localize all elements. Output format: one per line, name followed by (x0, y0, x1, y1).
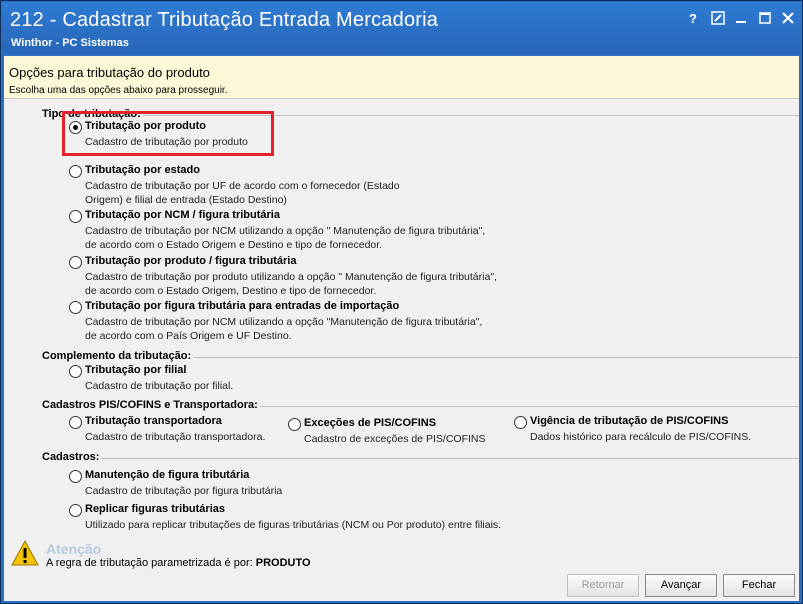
warning-text: A regra de tributação parametrizada é po… (46, 557, 311, 569)
option-estado-desc-line1: Cadastro de tributação por UF de acordo … (85, 180, 400, 192)
option-importacao-desc: Cadastro de tributação por NCM utilizand… (85, 315, 482, 343)
option-importacao-desc-line2: de acordo com o País Origem e UF Destino… (85, 330, 292, 342)
radio-filial[interactable] (69, 365, 82, 378)
title-bar[interactable]: 212 - Cadastrar Tributação Entrada Merca… (2, 2, 801, 54)
option-produto-figura-desc: Cadastro de tributação por produto utili… (85, 270, 497, 298)
highlight-box (62, 111, 274, 156)
warning-icon (10, 539, 40, 570)
warning-title: Atenção (46, 541, 102, 557)
option-vigencia-desc: Dados histórico para recálculo de PIS/CO… (530, 431, 752, 443)
group-label-complemento: Complemento da tributação: (42, 350, 194, 362)
info-header: Opções para tributação do produto Escolh… (4, 56, 799, 99)
option-estado-desc-line2: Origem) e filial de entrada (Estado Dest… (85, 194, 287, 206)
option-manutencao-desc: Cadastro de tributação por figura tribut… (85, 485, 283, 497)
option-transportadora-desc: Cadastro de tributação transportadora. (85, 431, 266, 443)
radio-manutencao[interactable] (69, 470, 82, 483)
fechar-button[interactable]: Fechar (723, 574, 795, 597)
warning-message: A regra de tributação parametrizada é po… (46, 557, 253, 569)
option-ncm-desc-line1: Cadastro de tributação por NCM utilizand… (85, 225, 486, 237)
window-subtitle: Winthor - PC Sistemas (11, 37, 129, 49)
radio-transportadora[interactable] (69, 416, 82, 429)
option-vigencia-label: Vigência de tributação de PIS/COFINS (530, 415, 729, 427)
radio-estado[interactable] (69, 165, 82, 178)
option-estado-label: Tributação por estado (85, 164, 200, 176)
option-ncm-desc: Cadastro de tributação por NCM utilizand… (85, 224, 485, 252)
group-label-pis: Cadastros PIS/COFINS e Transportadora: (42, 399, 260, 411)
option-importacao-desc-line1: Cadastro de tributação por NCM utilizand… (85, 316, 483, 328)
radio-vigencia[interactable] (514, 416, 527, 429)
option-filial-label: Tributação por filial (85, 364, 187, 376)
help-icon[interactable]: ? (685, 11, 701, 27)
option-manutencao-label: Manutenção de figura tributária (85, 469, 250, 481)
radio-importacao[interactable] (69, 301, 82, 314)
option-transportadora-label: Tributação transportadora (85, 415, 222, 427)
option-replicar-desc: Utilizado para replicar tributações de f… (85, 519, 502, 531)
header-title: Opções para tributação do produto (9, 65, 210, 80)
header-subtitle: Escolha uma das opções abaixo para pross… (9, 85, 228, 96)
option-excecoes-label: Exceções de PIS/COFINS (304, 417, 437, 429)
group-label-cadastros: Cadastros: (42, 451, 102, 463)
option-filial-desc: Cadastro de tributação por filial. (85, 380, 234, 392)
option-produto-figura-desc-line2: de acordo com o Estado Origem, Destino e… (85, 285, 377, 297)
warning-value: PRODUTO (255, 557, 311, 569)
radio-ncm[interactable] (69, 210, 82, 223)
option-estado-desc: Cadastro de tributação por UF de acordo … (85, 179, 400, 207)
minimize-icon[interactable] (733, 11, 749, 27)
option-ncm-desc-line2: de acordo com o Estado Origem e Destino … (85, 239, 383, 251)
radio-produto-figura[interactable] (69, 256, 82, 269)
edit-icon[interactable] (710, 11, 726, 27)
maximize-icon[interactable] (757, 11, 773, 27)
radio-excecoes[interactable] (288, 418, 301, 431)
option-excecoes-desc: Cadastro de exceções de PIS/COFINS (304, 433, 486, 445)
retornar-button[interactable]: Retornar (567, 574, 639, 597)
group-divider (42, 458, 799, 459)
app-window: 212 - Cadastrar Tributação Entrada Merca… (0, 0, 803, 604)
dialog-body: Opções para tributação do produto Escolh… (4, 56, 799, 601)
radio-replicar[interactable] (69, 504, 82, 517)
option-replicar-label: Replicar figuras tributárias (85, 503, 225, 515)
avancar-button[interactable]: Avançar (645, 574, 717, 597)
option-produto-figura-label: Tributação por produto / figura tributár… (85, 255, 297, 267)
window-title: 212 - Cadastrar Tributação Entrada Merca… (10, 9, 439, 31)
option-produto-figura-desc-line1: Cadastro de tributação por produto utili… (85, 271, 497, 283)
option-importacao-label: Tributação por figura tributária para en… (85, 300, 400, 312)
option-ncm-label: Tributação por NCM / figura tributária (85, 209, 280, 221)
close-icon[interactable] (780, 11, 796, 27)
